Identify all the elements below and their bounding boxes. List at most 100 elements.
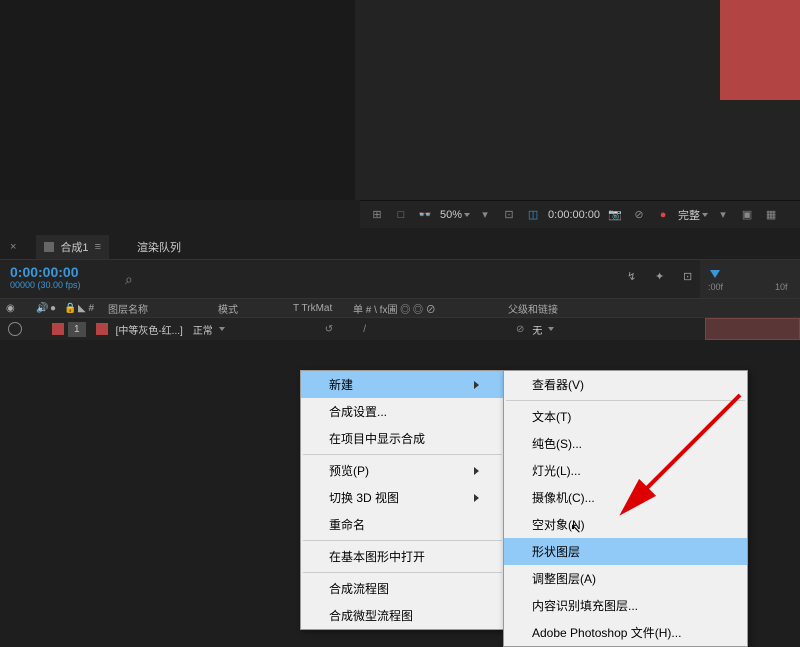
menu-item-label: 调整图层(A) [532,570,596,587]
parent-pickwhip-icon[interactable]: ⊘ [516,324,524,335]
submenu-solid[interactable]: 纯色(S)... [504,430,747,457]
menu-item-label: 预览(P) [329,462,369,479]
menu-item-label: Adobe Photoshop 文件(H)... [532,624,681,641]
tab-render-queue[interactable]: 渲染队列 [129,235,189,259]
frame-blend-icon[interactable]: ⊡ [683,270,701,288]
audio-column-icon[interactable]: 🔊 [30,303,44,314]
submenu-viewer[interactable]: 查看器(V) [504,371,747,398]
chevron-down-icon[interactable] [548,327,554,331]
menu-item-label: 切换 3D 视图 [329,489,399,506]
composition-canvas-shape[interactable] [720,0,800,100]
cursor-icon: ↖ [570,520,582,537]
quality-dropdown[interactable]: 完整 [678,207,708,223]
viewport-panel-right[interactable] [360,0,800,200]
timeline-header: 0:00:00:00 00000 (30.00 fps) ⌕ ↯ ✦ ⊡ ◐ ▦… [0,260,800,298]
layer-swatch [96,323,108,335]
visibility-column-icon[interactable]: ◉ [0,303,30,314]
submenu-light[interactable]: 灯光(L)... [504,457,747,484]
layer-duration-bar[interactable] [705,318,800,340]
parent-dropdown[interactable]: 无 [532,322,542,337]
quality-label: 完整 [678,207,700,223]
comp-icon [44,242,54,252]
current-timecode: 0:00:00:00 [10,264,105,280]
preview-timecode[interactable]: 0:00:00:00 [548,209,600,221]
pixel-aspect-icon[interactable]: ▦ [762,206,780,224]
viewport-area [0,0,800,200]
tab-label: 渲染队列 [137,239,181,255]
monitor-icon[interactable]: ⊞ [368,206,386,224]
chevron-down-icon [464,213,470,217]
tab-label: 合成1 [60,239,88,255]
lock-column-icon[interactable]: 🔒 [58,303,72,314]
menu-item-label: 重命名 [329,516,365,533]
solo-column-icon[interactable]: ● [44,303,58,314]
submenu-arrow-icon [474,494,479,502]
parent-column[interactable]: 父级和链接 [502,301,564,316]
submenu-shape-layer[interactable]: 形状图层 [504,538,747,565]
grid-icon[interactable]: ⊡ [500,206,518,224]
layer-color-label[interactable] [52,323,64,335]
menu-open-basic[interactable]: 在基本图形中打开 [301,543,504,570]
resolution-icon[interactable]: ▾ [476,206,494,224]
vr-icon[interactable]: 👓 [416,206,434,224]
timeline-columns-header: ◉ 🔊 ● 🔒 ◣ # 图层名称 模式 T TrkMat 单 # \ fx圃 ◎… [0,298,800,318]
snapshot-icon[interactable]: 📷 [606,206,624,224]
timecode-display[interactable]: 0:00:00:00 00000 (30.00 fps) [0,260,115,298]
submenu-text[interactable]: 文本(T) [504,403,747,430]
submenu-arrow-icon [474,467,479,475]
visibility-toggle[interactable] [8,322,22,336]
menu-rename[interactable]: 重命名 [301,511,504,538]
menu-comp-mini-flowchart[interactable]: 合成微型流程图 [301,602,504,629]
layer-name-label[interactable]: [中等灰色-红...] [116,322,183,337]
menu-show-in-project[interactable]: 在项目中显示合成 [301,425,504,452]
menu-item-label: 合成流程图 [329,580,389,597]
timeline-ruler[interactable]: :00f 10f [700,260,800,298]
trkmat-column[interactable]: T TrkMat [287,303,347,314]
switches-column[interactable]: 单 # \ fx圃 ◎ ◎ ⊘ [347,301,502,316]
mode-column[interactable]: 模式 [212,301,287,316]
mask-icon[interactable]: ◫ [524,206,542,224]
tab-menu-icon[interactable]: ≡ [95,241,101,253]
layer-switch-slash[interactable]: / [363,324,366,335]
zoom-value: 50% [440,209,462,221]
draft3d-icon[interactable]: ✦ [655,270,673,288]
menu-comp-flowchart[interactable]: 合成流程图 [301,575,504,602]
submenu-adjustment[interactable]: 调整图层(A) [504,565,747,592]
view-layout-icon[interactable]: ▾ [714,206,732,224]
menu-item-label: 在基本图形中打开 [329,548,425,565]
search-icon: ⌕ [125,271,133,288]
menu-new[interactable]: 新建 [301,371,504,398]
layer-switch-reset[interactable]: ↺ [325,324,333,335]
channel-icon[interactable]: ⊘ [630,206,648,224]
chevron-down-icon[interactable] [219,327,225,331]
menu-item-label: 合成设置... [329,403,387,420]
display-icon[interactable]: □ [392,206,410,224]
menu-item-label: 新建 [329,376,353,393]
submenu-camera[interactable]: 摄像机(C)... [504,484,747,511]
layer-blend-mode[interactable]: 正常 [193,322,213,337]
menu-item-label: 合成微型流程图 [329,607,413,624]
menu-preview[interactable]: 预览(P) [301,457,504,484]
playhead-icon[interactable] [710,270,720,278]
view-options-icon[interactable]: ▣ [738,206,756,224]
layer-search[interactable]: ⌕ [115,260,627,298]
submenu-content-aware[interactable]: 内容识别填充图层... [504,592,747,619]
menu-item-label: 灯光(L)... [532,462,581,479]
comp-flowchart-icon[interactable]: ↯ [627,270,645,288]
submenu-null[interactable]: 空对象(N) [504,511,747,538]
color-mgmt-icon[interactable]: ● [654,206,672,224]
zoom-dropdown[interactable]: 50% [440,209,470,221]
submenu-arrow-icon [474,381,479,389]
menu-item-label: 摄像机(C)... [532,489,595,506]
menu-item-label: 纯色(S)... [532,435,582,452]
tab-composition1[interactable]: 合成1 ≡ [36,235,109,259]
close-tab-icon[interactable]: × [10,241,16,253]
menu-item-label: 形状图层 [532,543,580,560]
submenu-ps-file[interactable]: Adobe Photoshop 文件(H)... [504,619,747,646]
layername-column[interactable]: 图层名称 [102,301,212,316]
menu-comp-settings[interactable]: 合成设置... [301,398,504,425]
layer-row-1[interactable]: 1 [中等灰色-红...] 正常 ↺ / ⊘ 无 [0,318,800,340]
menu-switch-3d[interactable]: 切换 3D 视图 [301,484,504,511]
label-column: ◣ # [72,303,102,314]
ruler-mark-10: 10f [775,282,788,292]
